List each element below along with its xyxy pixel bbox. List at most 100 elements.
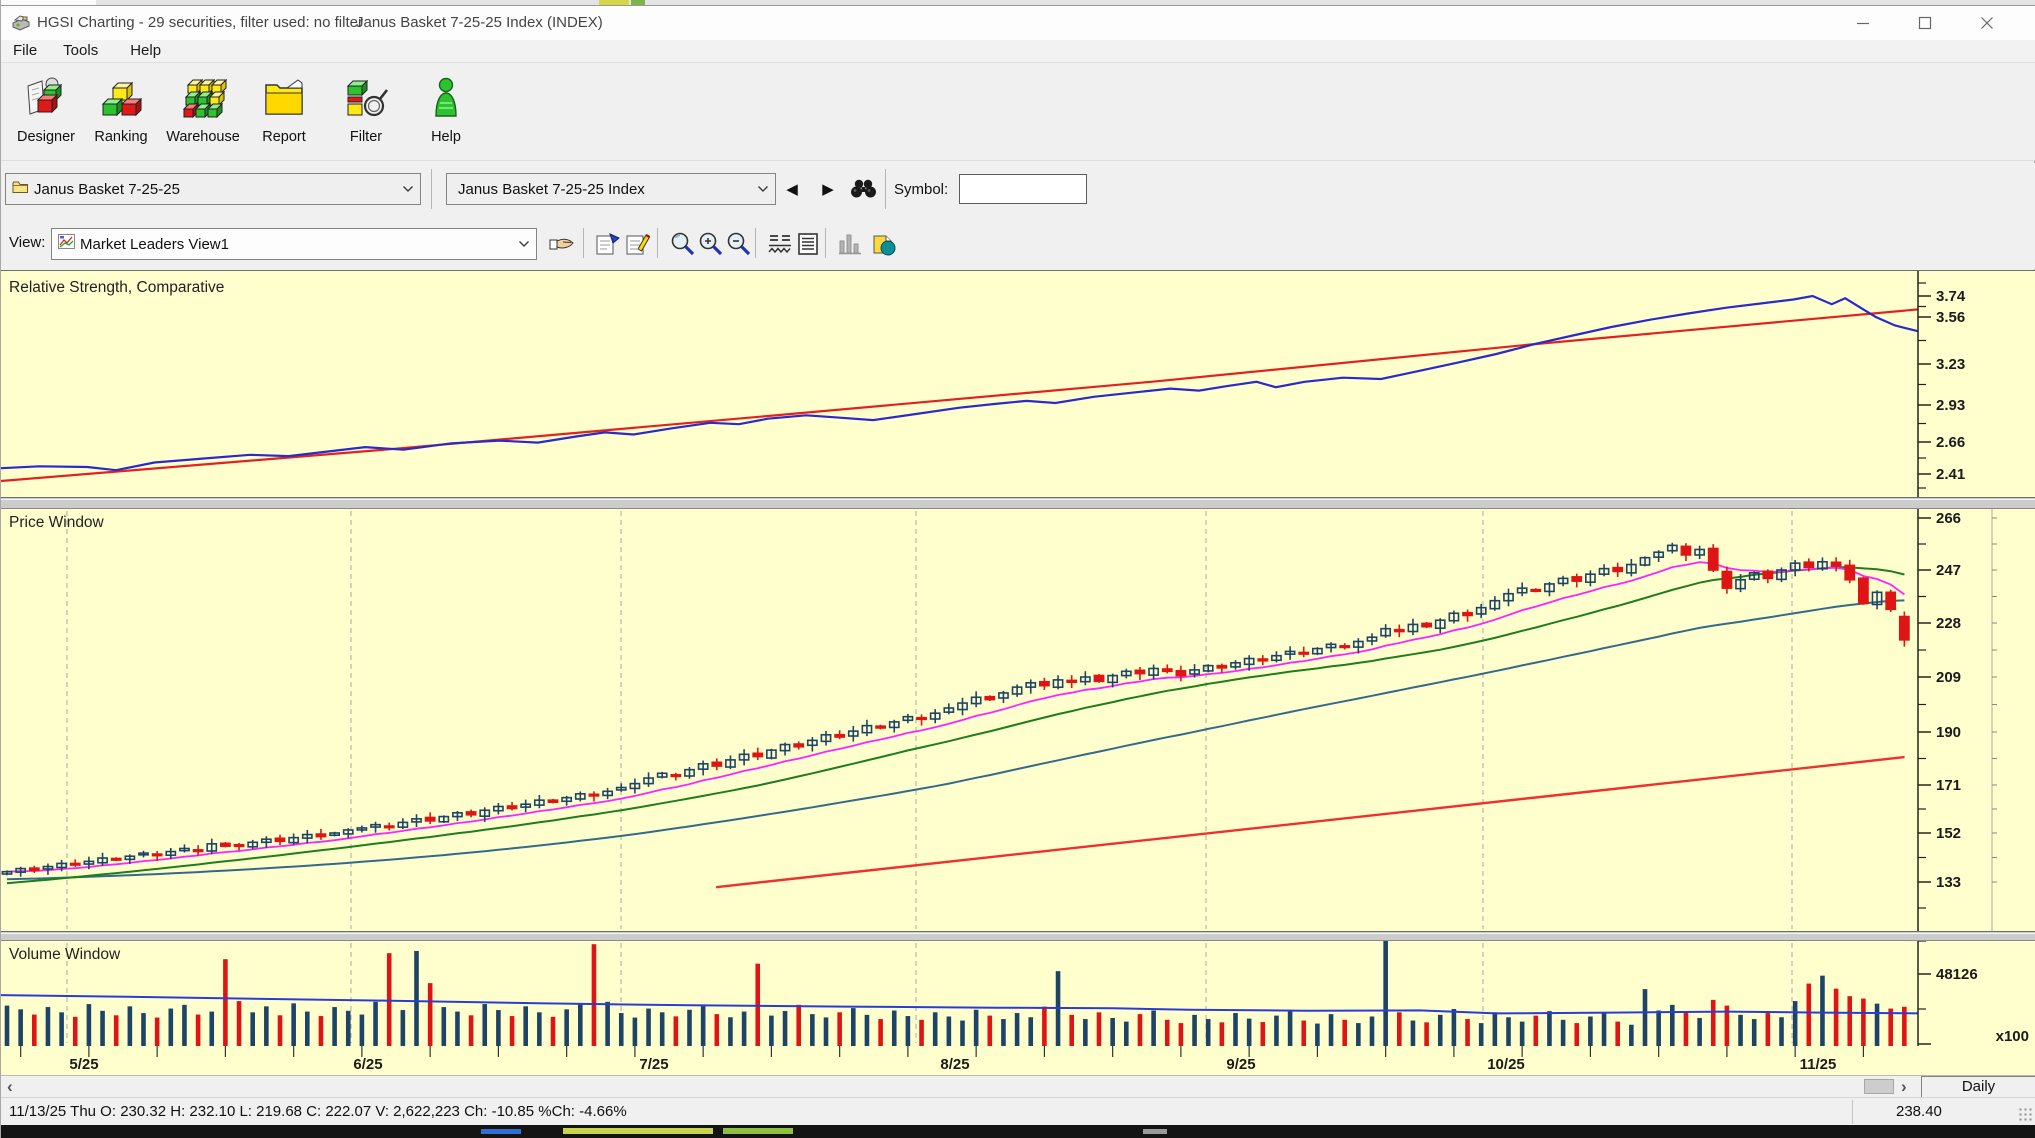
scroll-right-button[interactable]: › (1901, 1077, 1907, 1097)
toolbar-separator (825, 228, 826, 258)
minimize-button[interactable] (1835, 6, 1891, 40)
hand-pointer-icon[interactable] (547, 229, 577, 259)
zoom-icon[interactable] (667, 229, 697, 259)
x-axis-month-label: 7/25 (639, 1056, 668, 1073)
background-fragment (723, 1128, 793, 1134)
rs-ytick-label: 2.93 (1936, 397, 1965, 414)
selector-toolbar: Janus Basket 7-25-25 Janus Basket 7-25-2… (1, 163, 2035, 218)
previous-security-button[interactable]: ◀ (779, 175, 805, 203)
toolbar-warehouse-button[interactable]: Warehouse (162, 68, 244, 156)
toolbar-designer-button[interactable]: Designer (5, 68, 87, 156)
toolbar-button-label: Designer (16, 129, 76, 145)
tab-daily[interactable]: Daily (1921, 1076, 2035, 1098)
chart-disabled-icon[interactable] (835, 229, 865, 259)
price-ytick-label: 171 (1936, 777, 1961, 794)
toolbar-separator (755, 228, 756, 258)
price-ytick-label: 247 (1936, 562, 1961, 579)
toolbar-separator (583, 228, 584, 258)
background-fragment (631, 0, 645, 5)
menu-file[interactable]: File (13, 40, 37, 62)
toolbar-filter-button[interactable]: Filter (325, 68, 407, 156)
symbol-input[interactable] (959, 174, 1087, 204)
toolbar-separator (431, 169, 432, 209)
horizontal-scrollbar[interactable]: ‹ › Daily (1, 1075, 2035, 1098)
document-title: Janus Basket 7-25-25 Index (INDEX) (356, 14, 603, 31)
menu-bar: File Tools Help (1, 40, 2035, 63)
index-combobox-value: Janus Basket 7-25-25 Index (458, 180, 645, 198)
toolbar-report-button[interactable]: Report (243, 68, 325, 156)
title-bar[interactable]: HGSI Charting - 29 securities, filter us… (1, 6, 2035, 40)
background-fragment (1143, 1129, 1167, 1134)
price-pane-title: Price Window (9, 514, 105, 531)
price-ytick-label: 190 (1936, 724, 1961, 741)
scrollbar-thumb[interactable] (1864, 1079, 1894, 1094)
volume-pane-title: Volume Window (9, 946, 121, 963)
filter-icon (325, 68, 407, 128)
zoom-out-icon[interactable] (723, 229, 753, 259)
volume-ytick-label: 48126 (1936, 966, 1978, 983)
toolbar-help-button[interactable]: Help (405, 68, 487, 156)
window-title: HGSI Charting - 29 securities, filter us… (37, 14, 363, 31)
chevron-down-icon (402, 185, 414, 193)
ranking-icon (80, 68, 162, 128)
x-axis-month-label: 5/25 (69, 1056, 98, 1073)
next-security-button[interactable]: ▶ (815, 175, 841, 203)
price-ytick-label: 133 (1936, 874, 1961, 891)
price-ytick-label: 209 (1936, 669, 1961, 686)
view-toolbar: View: Market Leaders View1 (1, 218, 2035, 269)
warehouse-icon (162, 68, 244, 128)
properties-icon[interactable] (593, 229, 623, 259)
background-window-edge-bottom (1, 1125, 2035, 1138)
zoom-in-icon[interactable] (695, 229, 725, 259)
x-axis-month-label: 6/25 (353, 1056, 382, 1073)
toolbar-button-label: Help (431, 129, 461, 145)
binoculars-find-icon[interactable] (850, 177, 877, 204)
background-fragment (1, 0, 96, 5)
rs-ytick-label: 2.41 (1936, 466, 1965, 483)
x-axis-month-label: 8/25 (940, 1056, 969, 1073)
toolbar-button-label: Ranking (94, 129, 148, 145)
view-combobox-value: Market Leaders View1 (80, 235, 229, 253)
chevron-down-icon (757, 185, 769, 193)
toolbar-separator (885, 169, 886, 209)
price-ytick-label: 266 (1936, 510, 1961, 527)
save-layout-icon[interactable] (869, 229, 899, 259)
menu-help[interactable]: Help (130, 40, 161, 62)
menu-tools[interactable]: Tools (63, 40, 98, 62)
price-level-readout: 238.40 (1896, 1103, 1942, 1120)
ohlc-readout: 11/13/25 Thu O: 230.32 H: 232.10 L: 219.… (9, 1103, 627, 1120)
report-folder-icon (243, 68, 325, 128)
background-fragment (599, 0, 629, 5)
volume-multiplier-label: x100 (1996, 1028, 2029, 1045)
edit-notes-icon[interactable] (623, 229, 653, 259)
status-bar: 11/13/25 Thu O: 230.32 H: 232.10 L: 219.… (1, 1097, 2035, 1125)
rs-ytick-label: 3.74 (1936, 288, 1966, 305)
view-label: View: (9, 234, 46, 251)
rs-ytick-label: 2.66 (1936, 434, 1965, 451)
chevron-down-icon (518, 240, 530, 248)
basket-combobox-value: Janus Basket 7-25-25 (34, 180, 180, 198)
pane-backgrounds (1, 270, 2035, 1075)
view-combobox[interactable]: Market Leaders View1 (51, 228, 537, 260)
close-button[interactable] (1959, 6, 2015, 40)
toolbar-button-label: Filter (349, 129, 383, 145)
x-axis-month-label: 10/25 (1487, 1056, 1525, 1073)
maximize-button[interactable] (1897, 6, 1953, 40)
toolbar-ranking-button[interactable]: Ranking (80, 68, 162, 156)
indicator-settings-icon[interactable] (765, 229, 795, 259)
background-fragment (563, 1128, 713, 1134)
basket-combobox[interactable]: Janus Basket 7-25-25 (5, 173, 421, 205)
hgsi-charting-window: HGSI Charting - 29 securities, filter us… (0, 0, 2035, 1138)
designer-icon (5, 68, 87, 128)
x-axis-month-label: 9/25 (1226, 1056, 1255, 1073)
scroll-left-button[interactable]: ‹ (7, 1077, 13, 1097)
chart-area[interactable]: Relative Strength, Comparative Price Wind… (1, 270, 2035, 1075)
rs-pane-title: Relative Strength, Comparative (9, 279, 224, 296)
toolbar-separator (657, 228, 658, 258)
data-list-icon[interactable] (793, 229, 823, 259)
app-icon (11, 14, 31, 37)
index-combobox[interactable]: Janus Basket 7-25-25 Index (446, 173, 776, 205)
main-toolbar: Designer Ranking Warehouse Report Filter Help (1, 63, 2035, 161)
resize-grip[interactable] (2019, 1108, 2033, 1122)
toolbar-button-label: Warehouse (166, 129, 240, 145)
